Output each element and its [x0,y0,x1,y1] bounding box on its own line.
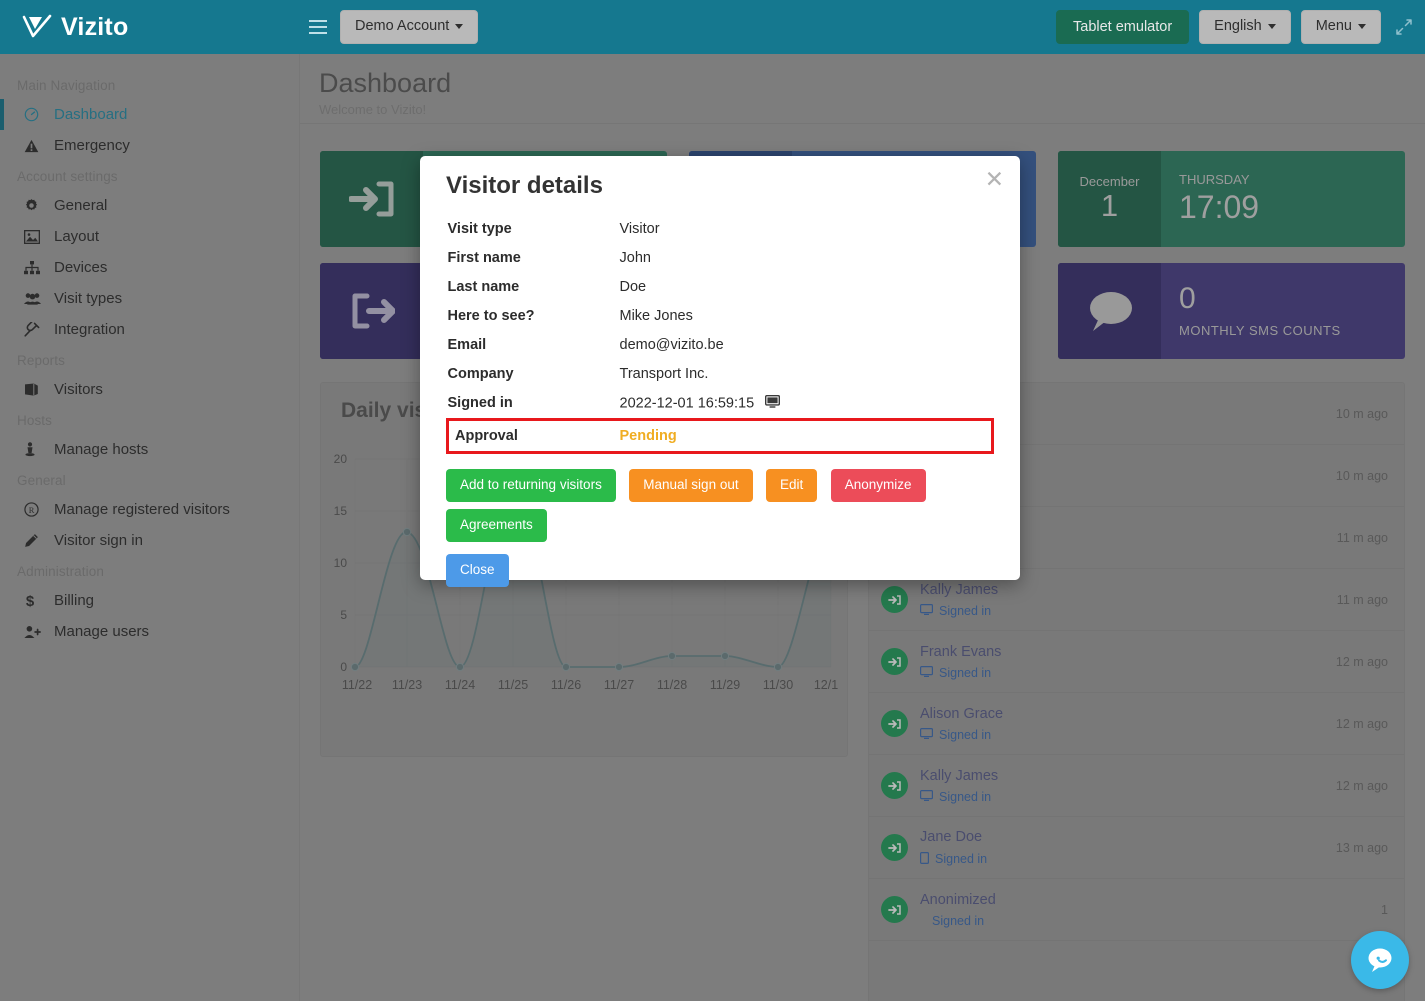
account-label: Demo Account [355,18,449,34]
tablet-emulator-button[interactable]: Tablet emulator [1056,10,1189,44]
language-dropdown-button[interactable]: English [1199,10,1291,43]
detail-value: Visitor [620,214,993,243]
chevron-down-icon [1268,24,1276,29]
account-dropdown-button[interactable]: Demo Account [340,10,478,43]
detail-key: Email [448,330,620,359]
edit-button[interactable]: Edit [766,469,817,502]
detail-row-signed-in: Signed in 2022-12-01 16:59:15 [448,388,993,420]
status-badge: Pending [620,420,993,453]
agreements-button[interactable]: Agreements [446,509,547,542]
detail-row-first-name: First name John [448,243,993,272]
detail-key: Last name [448,272,620,301]
detail-row-email: Email demo@vizito.be [448,330,993,359]
detail-value: Mike Jones [620,301,993,330]
hamburger-icon [309,20,327,34]
sidebar-toggle-button[interactable] [300,0,336,54]
detail-value: demo@vizito.be [620,330,993,359]
anonymize-button[interactable]: Anonymize [831,469,926,502]
fullscreen-expand-button[interactable] [1391,0,1417,54]
approval-key: Approval [448,420,620,453]
language-label: English [1214,18,1262,34]
brand-name: Vizito [61,13,128,42]
modal-action-buttons: Add to returning visitors Manual sign ou… [420,454,1020,587]
detail-key: Visit type [448,214,620,243]
detail-key: Signed in [448,388,620,420]
vizito-checkmark-icon [22,14,52,40]
add-to-returning-visitors-button[interactable]: Add to returning visitors [446,469,616,502]
manual-sign-out-button[interactable]: Manual sign out [629,469,752,502]
chevron-down-icon [1358,24,1366,29]
detail-value: Doe [620,272,993,301]
detail-row-company: Company Transport Inc. [448,359,993,388]
monitor-icon [765,396,780,412]
detail-value: John [620,243,993,272]
detail-row-here-to-see: Here to see? Mike Jones [448,301,993,330]
tablet-emulator-label: Tablet emulator [1073,19,1172,35]
detail-value-signed-in: 2022-12-01 16:59:15 [620,388,993,420]
detail-row-visit-type: Visit type Visitor [448,214,993,243]
close-button[interactable]: Close [446,554,509,587]
close-icon[interactable]: ✕ [985,168,1004,191]
detail-row-approval: Approval Pending [448,420,993,453]
expand-arrows-icon [1396,19,1412,35]
menu-label: Menu [1316,18,1352,34]
visitor-details-modal: Visitor details ✕ Visit type Visitor Fir… [420,156,1020,580]
menu-dropdown-button[interactable]: Menu [1301,10,1381,43]
chat-widget-button[interactable] [1351,931,1409,989]
chat-bubble-icon [1365,946,1395,974]
brand-logo[interactable]: Vizito [0,0,300,54]
top-navbar: Vizito Demo Account Tablet emulator Engl… [0,0,1425,54]
detail-key: Company [448,359,620,388]
detail-key: First name [448,243,620,272]
modal-title: Visitor details [420,156,1020,200]
chevron-down-icon [455,24,463,29]
detail-row-last-name: Last name Doe [448,272,993,301]
signed-in-timestamp: 2022-12-01 16:59:15 [620,395,755,411]
navbar-right-group: Tablet emulator English Menu [1056,0,1425,54]
detail-key: Here to see? [448,301,620,330]
detail-value: Transport Inc. [620,359,993,388]
visitor-details-table: Visit type Visitor First name John Last … [446,214,994,454]
